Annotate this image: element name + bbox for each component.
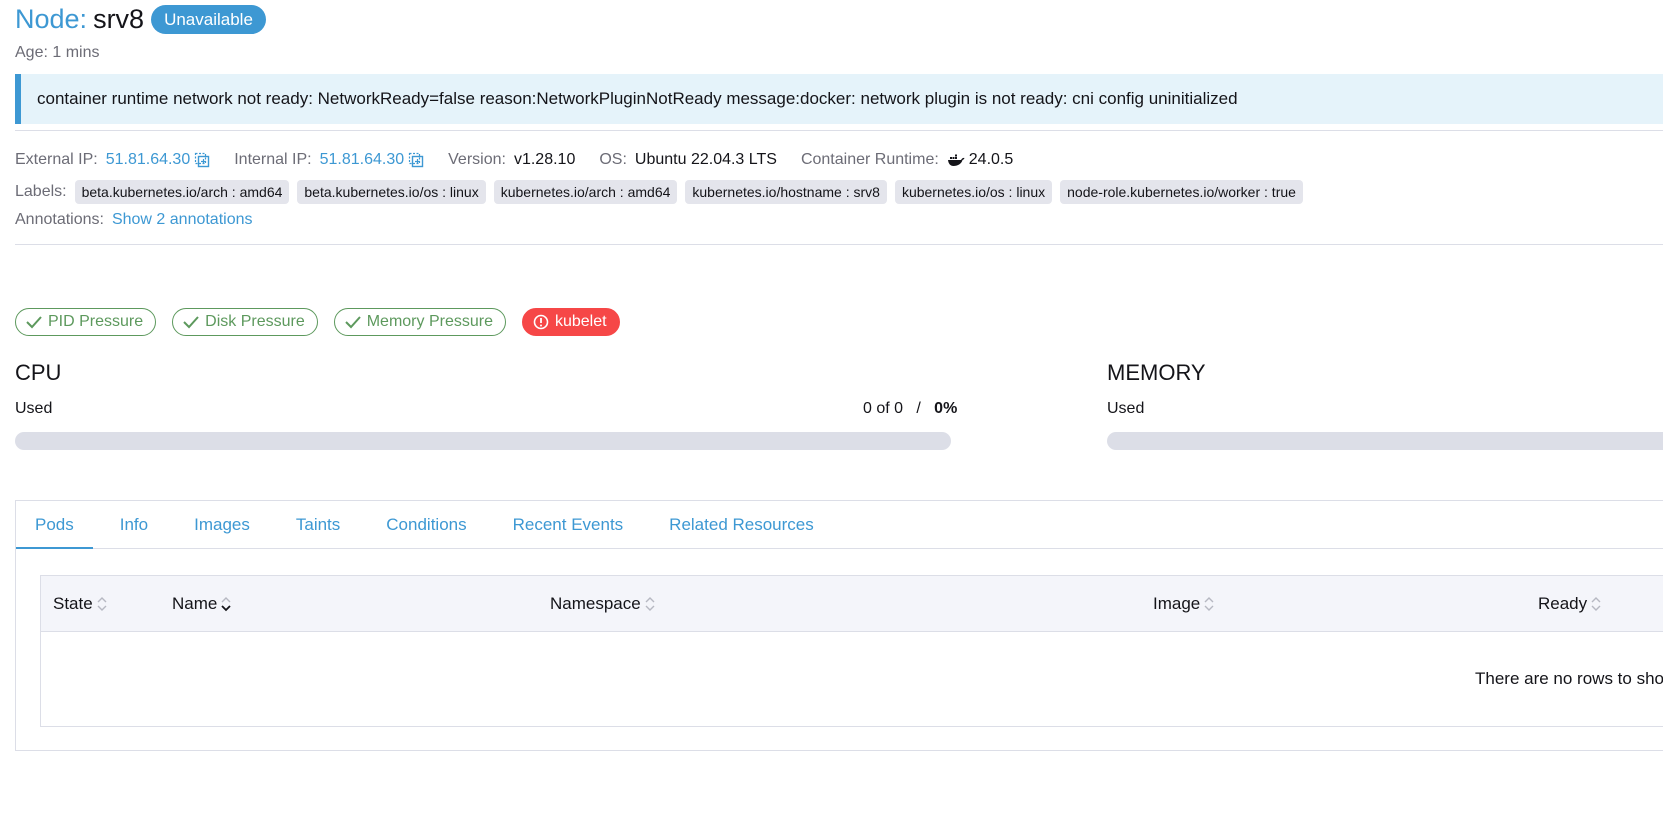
internal-ip-value[interactable]: 51.81.64.30 [320,151,405,169]
empty-table-message: There are no rows to show. [1475,669,1663,688]
tab-conditions[interactable]: Conditions [367,501,485,549]
error-circle-icon [533,314,549,330]
cpu-amount: 0 of 0 [863,400,904,417]
state-badge: Unavailable [151,5,266,34]
copy-icon[interactable] [194,152,210,168]
divider-top [15,130,1663,131]
show-annotations-link[interactable]: Show 2 annotations [112,211,253,229]
node-detail-page: Node: srv8 Unavailable Age: 1 mins conta… [15,0,1663,821]
column-header-namespace[interactable]: Namespace [550,576,656,632]
memory-progress-bar [1107,432,1663,450]
cpu-used-value: 0 of 0 / 0% [863,400,957,418]
banner-message: container runtime network not ready: Net… [37,89,1238,108]
conditions-row: PID Pressure Disk Pressure Memory Pressu… [15,308,636,336]
label-tag: kubernetes.io/hostname : srv8 [685,180,887,204]
annotations-row: Annotations: Show 2 annotations [15,211,253,229]
condition-disk-pressure: Disk Pressure [172,308,318,336]
labels-label: Labels: [15,183,67,200]
column-label: Namespace [550,594,641,613]
condition-kubelet: kubelet [521,308,620,336]
version-value: v1.28.10 [513,151,576,168]
copy-icon[interactable] [408,152,424,168]
sort-icon [97,597,107,611]
tab-info[interactable]: Info [101,501,167,549]
tab-images[interactable]: Images [175,501,269,549]
tab-pods[interactable]: Pods [16,501,93,549]
checkmark-icon [183,316,199,329]
sort-icon [1204,597,1214,611]
label-tag: beta.kubernetes.io/arch : amd64 [74,180,290,204]
sort-icon [1591,597,1601,611]
column-label: State [53,594,93,613]
condition-label: Disk Pressure [205,313,305,330]
memory-gauge-title: MEMORY [1107,360,1206,385]
title-prefix: Node: [15,4,88,34]
tab-recent-events[interactable]: Recent Events [494,501,643,549]
column-header-name[interactable]: Name [172,576,232,632]
details-row: External IP: 51.81.64.30 Internal IP: 51… [15,151,1013,169]
label-tag: kubernetes.io/os : linux [894,180,1053,204]
checkmark-icon [345,316,361,329]
status-banner: container runtime network not ready: Net… [15,74,1663,124]
labels-row: Labels: beta.kubernetes.io/arch : amd64 … [15,180,1311,204]
column-header-state[interactable]: State [53,576,108,632]
runtime-value: 24.0.5 [968,151,1014,168]
version-label: Version: [448,151,506,168]
condition-label: kubelet [554,313,607,330]
column-label: Name [172,594,218,613]
checkmark-icon [26,316,42,329]
condition-label: PID Pressure [48,313,144,330]
condition-pid-pressure: PID Pressure [15,308,157,336]
resource-tabs-panel: Pods Info Images Taints Conditions Recen… [15,500,1663,751]
os-value: Ubuntu 22.04.3 LTS [634,151,777,168]
cpu-progress-bar [15,432,951,450]
annotations-label: Annotations: [15,211,104,228]
column-header-image[interactable]: Image [1153,576,1215,632]
condition-memory-pressure: Memory Pressure [333,308,506,336]
condition-label: Memory Pressure [366,313,493,330]
cpu-used-label: Used [15,400,53,417]
os-label: OS: [599,151,627,168]
node-name: srv8 [93,4,145,34]
label-tag: node-role.kubernetes.io/worker : true [1060,180,1303,204]
external-ip-label: External IP: [15,151,98,168]
age-info: Age: 1 mins [15,44,100,62]
external-ip-value[interactable]: 51.81.64.30 [106,151,191,169]
cpu-gauge-title: CPU [15,360,62,385]
page-title: Node: srv8 Unavailable [15,4,266,35]
cpu-percent: 0% [934,400,958,417]
pods-table: State Name Namespace Image Ready There a… [40,575,1663,727]
tab-bar: Pods Info Images Taints Conditions Recen… [16,501,1663,549]
label-tag: kubernetes.io/arch : amd64 [493,180,678,204]
column-label: Image [1153,594,1201,613]
sort-icon [645,597,655,611]
sort-down-icon [221,597,231,612]
cpu-separator: / [916,400,921,417]
age-label: Age: [15,44,48,61]
label-tag: beta.kubernetes.io/os : linux [297,180,486,204]
age-value: 1 mins [52,44,100,61]
internal-ip-label: Internal IP: [234,151,312,168]
memory-used-label: Used [1107,400,1145,417]
tab-related-resources[interactable]: Related Resources [650,501,833,549]
runtime-label: Container Runtime: [800,151,939,168]
docker-icon [947,154,965,166]
column-header-ready[interactable]: Ready [1538,576,1602,632]
tab-taints[interactable]: Taints [277,501,359,549]
table-header: State Name Namespace Image Ready [41,576,1663,632]
divider-bottom [15,244,1663,245]
column-label: Ready [1538,594,1588,613]
